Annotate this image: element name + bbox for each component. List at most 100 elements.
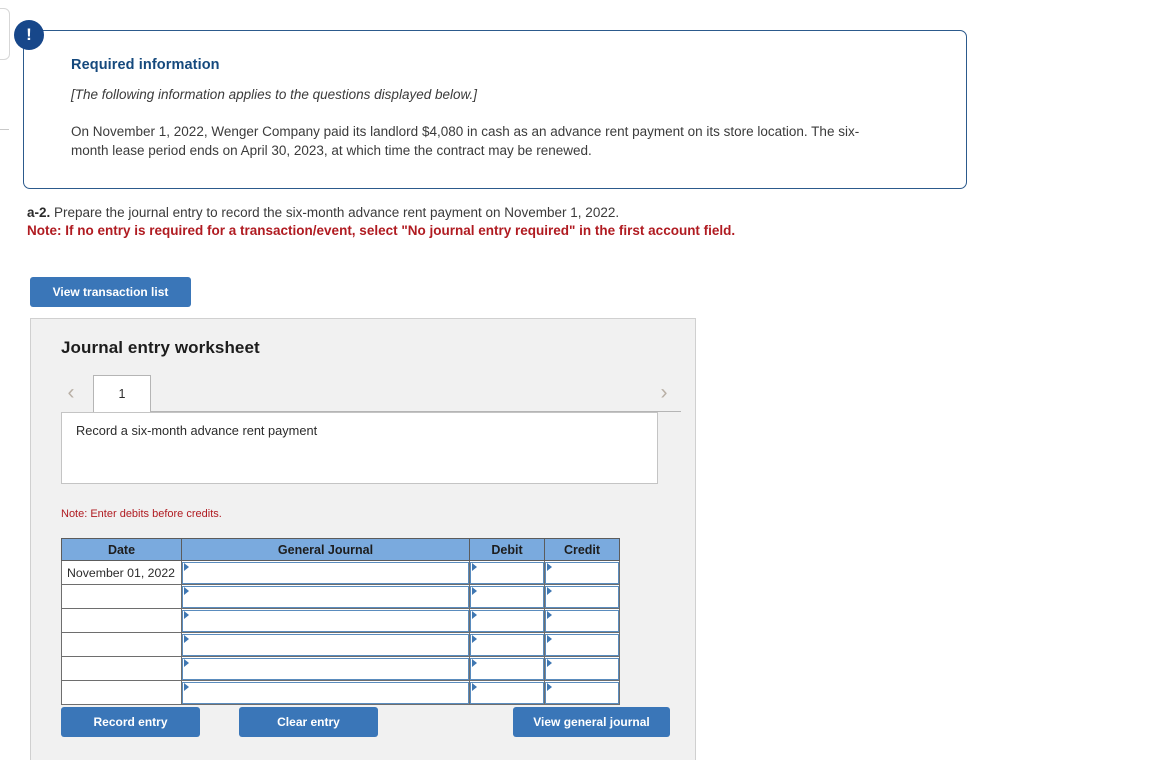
cell-credit[interactable] <box>544 632 620 657</box>
dropdown-arrow-icon <box>184 586 189 595</box>
cell-credit[interactable] <box>544 584 620 609</box>
credit-value <box>546 635 618 637</box>
edge-panel-fragment <box>0 8 10 60</box>
cell-credit[interactable] <box>544 656 620 681</box>
dropdown-arrow-icon <box>547 562 552 571</box>
debits-before-credits-note: Note: Enter debits before credits. <box>61 508 222 520</box>
credit-input[interactable] <box>545 561 619 584</box>
date-value <box>62 686 67 700</box>
table-header-row: Date General Journal Debit Credit <box>61 538 620 561</box>
dropdown-arrow-icon <box>547 634 552 643</box>
question-label: a-2. <box>27 205 51 220</box>
entry-description-text: Record a six-month advance rent payment <box>76 423 318 438</box>
cell-debit[interactable] <box>469 680 545 705</box>
credit-value <box>546 683 618 685</box>
cell-debit[interactable] <box>469 584 545 609</box>
cell-date[interactable] <box>61 680 182 705</box>
credit-value <box>546 611 618 613</box>
edge-divider <box>0 129 9 130</box>
account-value <box>183 659 468 661</box>
cell-general-journal[interactable] <box>181 656 470 681</box>
credit-input[interactable] <box>545 657 619 680</box>
debit-input[interactable] <box>470 561 544 584</box>
cell-date[interactable] <box>61 656 182 681</box>
record-entry-button[interactable]: Record entry <box>61 707 200 737</box>
entry-description-box: Record a six-month advance rent payment <box>61 412 658 484</box>
journal-entry-table: Date General Journal Debit Credit Novemb… <box>61 538 620 705</box>
credit-input[interactable] <box>545 609 619 632</box>
callout-body: On November 1, 2022, Wenger Company paid… <box>71 124 860 159</box>
cell-debit[interactable] <box>469 560 545 585</box>
clear-entry-button[interactable]: Clear entry <box>239 707 378 737</box>
account-value <box>183 587 468 589</box>
debit-input[interactable] <box>470 585 544 608</box>
debit-input[interactable] <box>470 633 544 656</box>
table-row <box>61 608 620 633</box>
dropdown-arrow-icon <box>184 610 189 619</box>
account-select[interactable] <box>182 633 469 656</box>
debit-value <box>471 563 543 565</box>
account-value <box>183 563 468 565</box>
cell-general-journal[interactable] <box>181 632 470 657</box>
table-row <box>61 632 620 657</box>
account-select[interactable] <box>182 585 469 608</box>
account-select[interactable] <box>182 681 469 704</box>
account-select[interactable] <box>182 561 469 584</box>
debit-input[interactable] <box>470 681 544 704</box>
cell-debit[interactable] <box>469 632 545 657</box>
worksheet-tab-1[interactable]: 1 <box>93 375 151 412</box>
question-note: Note: If no entry is required for a tran… <box>27 223 736 238</box>
page-root: ! Required information [The following in… <box>0 0 1156 760</box>
cell-date[interactable]: November 01, 2022 <box>61 560 182 585</box>
cell-credit[interactable] <box>544 680 620 705</box>
cell-general-journal[interactable] <box>181 680 470 705</box>
credit-input[interactable] <box>545 585 619 608</box>
journal-entry-worksheet-panel: Journal entry worksheet ‹ 1 › Record a s… <box>30 318 696 760</box>
view-general-journal-button[interactable]: View general journal <box>513 707 670 737</box>
credit-input[interactable] <box>545 633 619 656</box>
cell-general-journal[interactable] <box>181 560 470 585</box>
debit-value <box>471 587 543 589</box>
cell-debit[interactable] <box>469 608 545 633</box>
debit-value <box>471 659 543 661</box>
cell-credit[interactable] <box>544 608 620 633</box>
dropdown-arrow-icon <box>184 658 189 667</box>
question-line: a-2. Prepare the journal entry to record… <box>27 205 1027 220</box>
cell-date[interactable] <box>61 632 182 657</box>
date-value <box>62 638 67 652</box>
debit-value <box>471 683 543 685</box>
exclamation-icon: ! <box>14 20 44 50</box>
debit-input[interactable] <box>470 609 544 632</box>
dropdown-arrow-icon <box>472 562 477 571</box>
cell-general-journal[interactable] <box>181 584 470 609</box>
question-block: a-2. Prepare the journal entry to record… <box>27 205 1027 238</box>
account-select[interactable] <box>182 657 469 680</box>
cell-date[interactable] <box>61 584 182 609</box>
callout-italic-note: [The following information applies to th… <box>71 87 477 102</box>
chevron-left-icon[interactable]: ‹ <box>61 382 81 403</box>
date-value <box>62 662 67 676</box>
dropdown-arrow-icon <box>472 634 477 643</box>
account-select[interactable] <box>182 609 469 632</box>
cell-debit[interactable] <box>469 656 545 681</box>
cell-general-journal[interactable] <box>181 608 470 633</box>
dropdown-arrow-icon <box>547 658 552 667</box>
chevron-right-icon[interactable]: › <box>654 382 674 403</box>
view-transaction-list-button[interactable]: View transaction list <box>30 277 191 307</box>
debit-input[interactable] <box>470 657 544 680</box>
column-header-general-journal: General Journal <box>181 538 470 561</box>
dropdown-arrow-icon <box>184 562 189 571</box>
credit-value <box>546 563 618 565</box>
worksheet-tabstrip: ‹ 1 › <box>61 375 681 412</box>
table-row: November 01, 2022 <box>61 560 620 585</box>
column-header-credit: Credit <box>544 538 620 561</box>
cell-date[interactable] <box>61 608 182 633</box>
cell-credit[interactable] <box>544 560 620 585</box>
question-text: Prepare the journal entry to record the … <box>54 205 620 220</box>
date-value <box>62 590 67 604</box>
account-value <box>183 683 468 685</box>
dropdown-arrow-icon <box>547 610 552 619</box>
credit-input[interactable] <box>545 681 619 704</box>
account-value <box>183 611 468 613</box>
required-information-callout: Required information [The following info… <box>23 30 967 189</box>
